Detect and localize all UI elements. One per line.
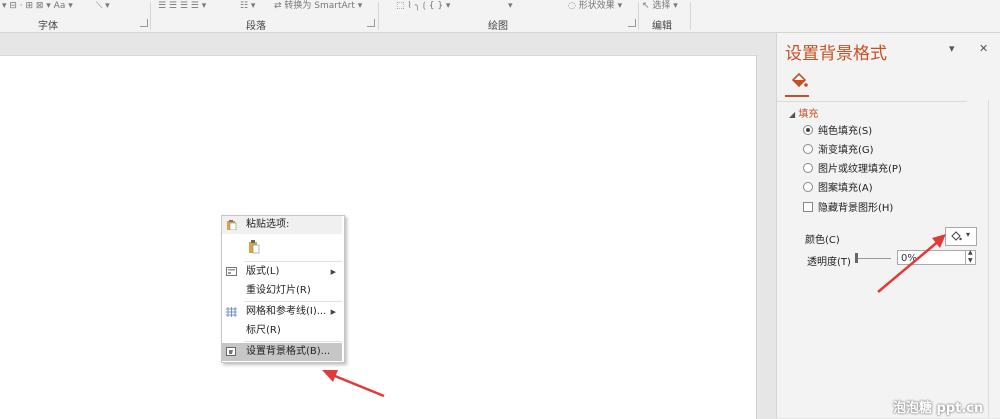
annotation-arrows [322,234,946,398]
watermark: 泡泡糖 ppt.cn [893,401,984,416]
arrow-to-color-button [877,234,946,293]
arrow-to-menu-item [322,370,385,398]
